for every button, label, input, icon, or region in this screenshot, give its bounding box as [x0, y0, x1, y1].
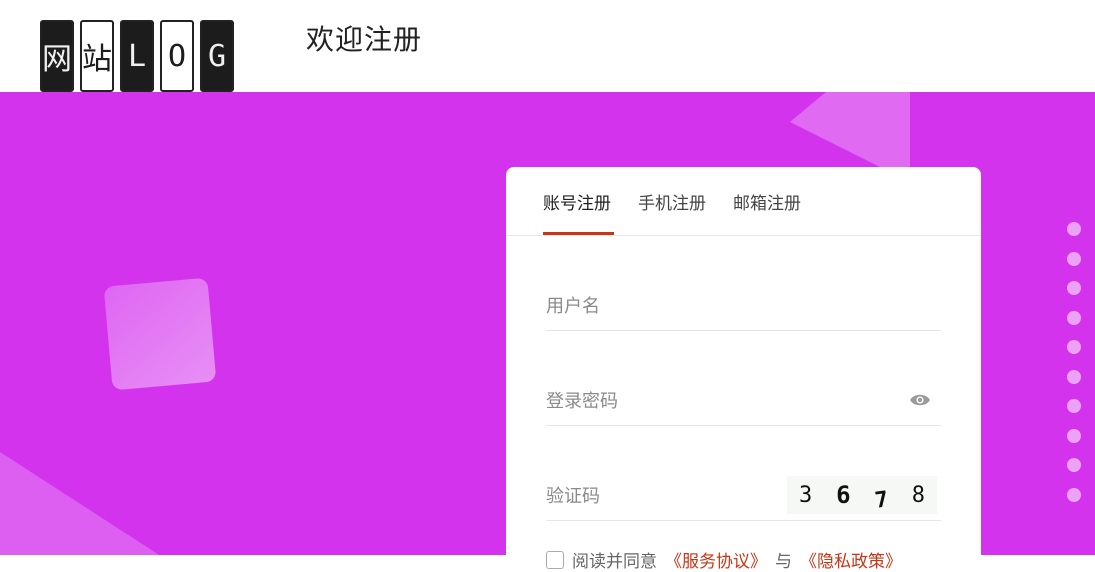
carousel-dot[interactable] — [1067, 458, 1081, 472]
agreement-row: 阅读并同意 《服务协议》 与 《隐私政策》 — [546, 547, 902, 572]
captcha-digit: 8 — [911, 482, 925, 508]
captcha-digit: 3 — [798, 482, 813, 508]
active-tab-indicator — [543, 232, 614, 235]
agreement-checkbox[interactable] — [546, 550, 564, 569]
carousel-dots — [1067, 222, 1081, 502]
terms-link[interactable]: 《服务协议》 — [665, 547, 767, 572]
agreement-prefix: 阅读并同意 — [572, 552, 657, 572]
tab-phone-register[interactable]: 手机注册 — [638, 189, 706, 214]
logo-tile-5: G — [200, 20, 234, 92]
page-title: 欢迎注册 — [306, 23, 423, 56]
site-header: 网 站 L O G 欢迎注册 — [0, 0, 1095, 92]
carousel-dot[interactable] — [1067, 281, 1081, 295]
tab-email-register[interactable]: 邮箱注册 — [733, 189, 801, 214]
carousel-dot[interactable] — [1067, 251, 1081, 266]
captcha-digit: 7 — [872, 486, 890, 514]
privacy-link[interactable]: 《隐私政策》 — [800, 547, 902, 572]
carousel-dot[interactable] — [1067, 399, 1081, 413]
captcha-field: 3 6 7 8 — [546, 476, 941, 521]
password-field — [546, 385, 941, 426]
register-tabs: 账号注册 手机注册 邮箱注册 — [506, 167, 981, 236]
username-field — [546, 290, 941, 331]
logo-tile-3: L — [120, 20, 154, 92]
carousel-dot[interactable] — [1067, 487, 1081, 502]
username-input[interactable] — [546, 296, 876, 317]
logo-tile-2: 站 — [80, 20, 114, 92]
eye-icon[interactable] — [909, 393, 931, 407]
captcha-input[interactable] — [546, 486, 766, 507]
decorative-wedge — [0, 452, 170, 555]
carousel-dot[interactable] — [1067, 369, 1081, 384]
password-input[interactable] — [546, 391, 876, 412]
decorative-square — [103, 277, 217, 391]
register-card: 账号注册 手机注册 邮箱注册 3 6 7 8 阅读并同意 《服务协议》 与 《隐… — [506, 167, 981, 572]
captcha-digit: 6 — [836, 481, 851, 509]
carousel-dot[interactable] — [1067, 340, 1081, 354]
agreement-and: 与 — [775, 552, 792, 572]
site-logo[interactable]: 网 站 L O G — [40, 20, 234, 92]
logo-tile-1: 网 — [40, 20, 74, 92]
logo-tile-4: O — [160, 20, 194, 92]
carousel-dot[interactable] — [1067, 222, 1081, 236]
carousel-dot[interactable] — [1067, 428, 1081, 443]
carousel-dot[interactable] — [1067, 310, 1081, 325]
tab-account-register[interactable]: 账号注册 — [543, 189, 611, 214]
captcha-image[interactable]: 3 6 7 8 — [787, 476, 937, 514]
